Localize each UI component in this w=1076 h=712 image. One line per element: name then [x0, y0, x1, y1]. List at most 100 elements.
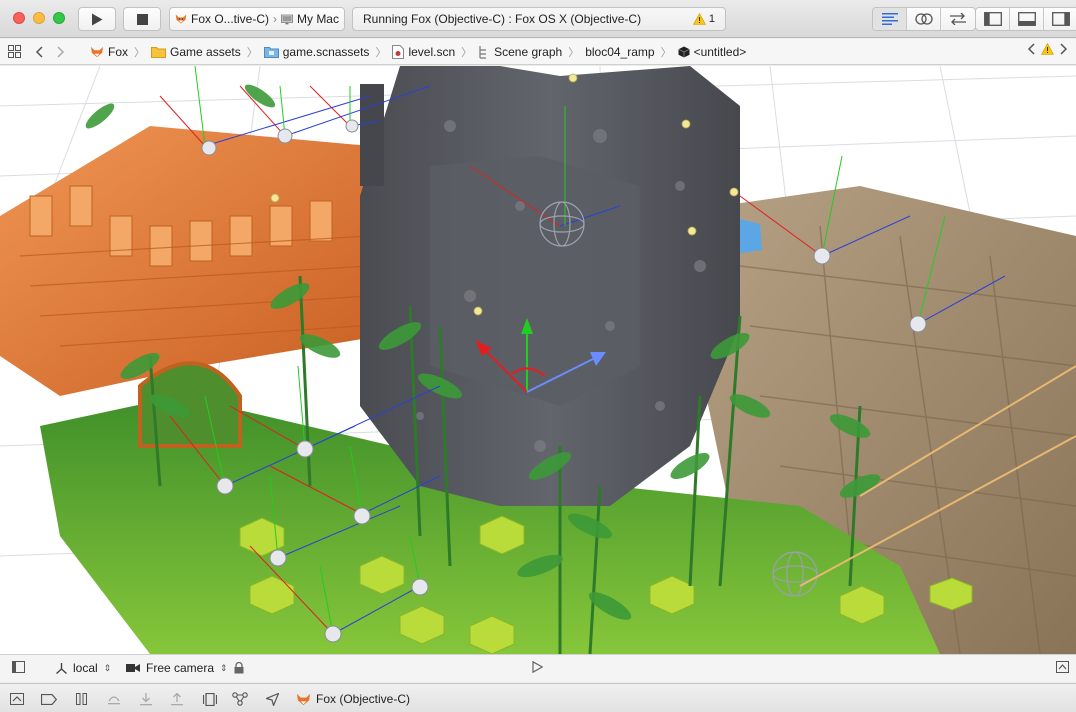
panel-visibility-control — [975, 7, 1076, 31]
debug-view-hierarchy-button[interactable] — [202, 691, 218, 707]
activity-viewer: Running Fox (Objective-C) : Fox OS X (Ob… — [352, 7, 726, 31]
scene-editor-viewport[interactable] — [0, 66, 1076, 654]
camera-selector[interactable]: Free camera ⇕ — [126, 661, 244, 675]
coordinate-mode-label: local — [73, 661, 98, 675]
previous-issue-icon[interactable] — [1027, 43, 1035, 55]
breadcrumb-bloc04-ramp[interactable]: bloc04_ramp — [585, 45, 654, 59]
scene-file-icon — [392, 44, 405, 59]
close-window-button[interactable] — [13, 12, 25, 24]
right-panel-icon — [1052, 12, 1070, 26]
step-out-button[interactable] — [169, 691, 185, 707]
device-name: My Mac — [296, 12, 339, 26]
warning-indicator[interactable]: 1 — [692, 13, 715, 25]
toolbar: Fox O...tive-C) › My Mac Running Fox (Ob… — [0, 0, 1076, 38]
folder-icon — [151, 46, 167, 58]
process-fox-icon — [295, 691, 311, 707]
chevron-right-icon: 〉 — [568, 46, 580, 59]
navigator-toggle-button[interactable] — [976, 8, 1010, 30]
view-hierarchy-icon — [203, 692, 217, 706]
assistant-editor-button[interactable] — [907, 8, 941, 30]
stop-button[interactable] — [123, 7, 161, 31]
debug-area-icon — [10, 693, 24, 705]
lock-icon[interactable] — [234, 662, 244, 674]
mac-device-icon — [281, 14, 293, 24]
hide-debug-area-button[interactable] — [9, 691, 25, 707]
scene-render — [0, 66, 1076, 654]
breadcrumb-scene-graph[interactable]: Scene graph — [478, 45, 562, 59]
play-scene-button[interactable] — [532, 661, 543, 673]
breadcrumb-game-assets[interactable]: Game assets — [151, 45, 241, 59]
bottom-panel-icon — [1017, 12, 1036, 26]
project-icon — [91, 46, 103, 57]
stop-icon — [136, 13, 148, 25]
breadcrumb-untitled-node[interactable]: <untitled> — [677, 45, 746, 59]
breakpoints-toggle-button[interactable] — [41, 691, 57, 707]
related-items-grid-icon[interactable] — [8, 45, 21, 58]
panel-up-icon — [1056, 661, 1069, 673]
editor-mode-control — [872, 7, 976, 31]
chevron-right-icon: 〉 — [461, 46, 473, 59]
chevron-right-icon: 〉 — [246, 46, 258, 59]
run-button[interactable] — [78, 7, 116, 31]
chevron-right-icon: 〉 — [134, 46, 146, 59]
utilities-toggle-button[interactable] — [1044, 8, 1076, 30]
fox-app-icon — [296, 693, 310, 705]
process-label[interactable]: Fox (Objective-C) — [316, 692, 410, 706]
popup-arrows-icon: ⇕ — [103, 662, 112, 673]
expand-inspector-button[interactable] — [1056, 661, 1069, 673]
minimize-window-button[interactable] — [33, 12, 45, 24]
cube-icon — [677, 46, 690, 57]
step-over-button[interactable] — [106, 691, 122, 707]
scene-outline-toggle[interactable] — [12, 661, 25, 673]
debug-bar: Fox (Objective-C) — [0, 683, 1076, 712]
warning-icon[interactable] — [1041, 43, 1054, 55]
scnassets-folder-icon — [263, 46, 279, 58]
simulate-location-button[interactable] — [264, 691, 280, 707]
chevron-right-icon: › — [273, 12, 277, 26]
breakpoint-icon — [41, 693, 57, 705]
step-into-icon — [140, 692, 152, 705]
scene-graph-icon — [479, 45, 487, 59]
scheme-name: Fox O...tive-C) — [190, 12, 269, 26]
debug-area-toggle-button[interactable] — [1010, 8, 1044, 30]
scene-editor-bar: local ⇕ Free camera ⇕ — [0, 654, 1076, 682]
next-issue-icon[interactable] — [1060, 43, 1068, 55]
xcode-window: Fox O...tive-C) › My Mac Running Fox (Ob… — [0, 0, 1076, 712]
forward-arrow-icon[interactable] — [57, 45, 65, 58]
step-into-button[interactable] — [138, 691, 154, 707]
memory-graph-button[interactable] — [232, 691, 248, 707]
standard-editor-button[interactable] — [873, 8, 907, 30]
version-editor-icon — [950, 13, 966, 25]
breadcrumb-scnassets[interactable]: game.scnassets — [263, 45, 369, 59]
breadcrumb-project[interactable]: Fox — [90, 45, 128, 59]
chevron-right-icon: 〉 — [660, 46, 672, 59]
warning-icon — [692, 13, 706, 25]
popup-arrows-icon: ⇕ — [220, 662, 228, 673]
memory-graph-icon — [232, 692, 248, 706]
step-out-icon — [171, 692, 183, 705]
zoom-window-button[interactable] — [53, 12, 65, 24]
chevron-right-icon: 〉 — [375, 46, 387, 59]
sidebar-icon — [12, 661, 25, 673]
play-icon — [92, 13, 103, 25]
location-arrow-icon — [265, 692, 279, 706]
pause-icon — [75, 693, 87, 705]
assistant-editor-icon — [914, 13, 933, 25]
standard-editor-icon — [881, 13, 898, 25]
warning-count: 1 — [708, 13, 715, 25]
activity-status-text: Running Fox (Objective-C) : Fox OS X (Ob… — [363, 12, 642, 26]
scheme-selector[interactable]: Fox O...tive-C) › My Mac — [169, 7, 345, 31]
camera-label: Free camera — [146, 661, 215, 675]
breadcrumb: Fox 〉 Game assets 〉 game.scnassets 〉 lev… — [90, 44, 746, 60]
camera-icon — [126, 664, 140, 672]
left-panel-icon — [983, 12, 1002, 26]
coordinate-space-selector[interactable]: local ⇕ — [56, 661, 111, 675]
breadcrumb-level-scn[interactable]: level.scn — [392, 44, 455, 59]
fox-app-icon — [175, 14, 187, 24]
jump-bar: Fox 〉 Game assets 〉 game.scnassets 〉 lev… — [0, 39, 1076, 65]
back-arrow-icon[interactable] — [35, 45, 43, 58]
play-outline-icon — [532, 661, 543, 673]
pause-button[interactable] — [73, 691, 89, 707]
step-over-icon — [108, 696, 120, 705]
version-editor-button[interactable] — [941, 8, 975, 30]
